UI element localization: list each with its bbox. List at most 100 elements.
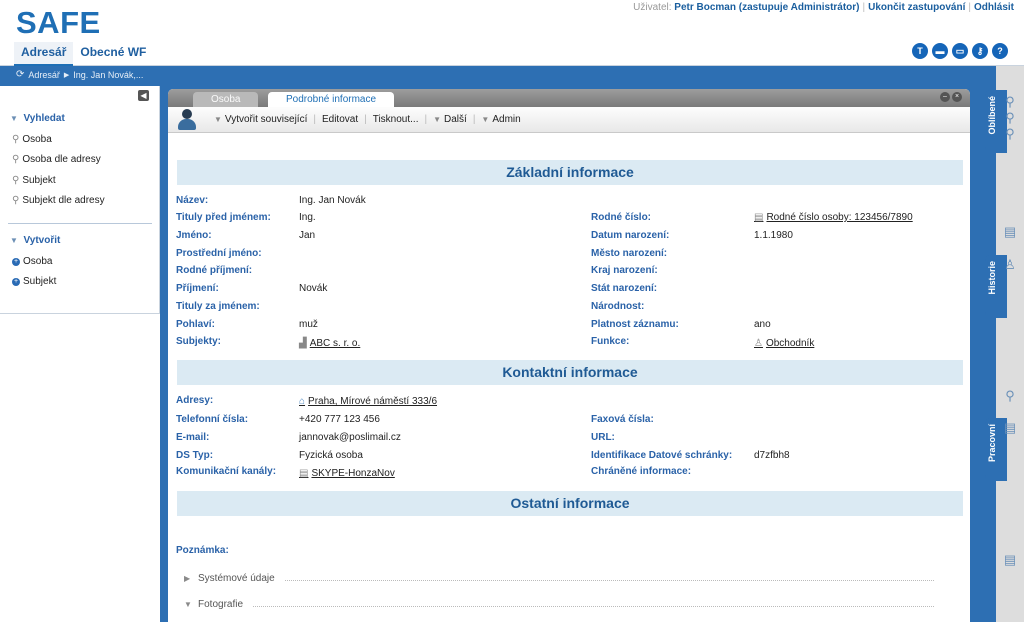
field-label-telefon: Telefonní čísla: [176,414,249,425]
plus-icon: + [12,277,20,286]
search-osoba-dle-adresy-link[interactable]: ⚲ Osoba dle adresy [12,154,101,165]
document-icon: ▤ [299,468,309,479]
top-icons: T ▬ ▭ ⚷ ? [912,43,1008,59]
panel-controls: – × [940,92,962,102]
field-label-url: URL: [591,432,615,443]
breadcrumb-item-current[interactable]: Ing. Jan Novák,... [73,70,143,80]
person-icon[interactable]: ♙ [1000,255,1020,275]
field-label-rodne-prijmeni: Rodné příjmení: [176,265,253,276]
search-osoba-link[interactable]: ⚲ Osoba [12,134,52,145]
field-label-adresy: Adresy: [176,395,214,406]
field-label-nazev: Název: [176,195,209,206]
edit-button[interactable]: Editovat [316,114,364,125]
text-icon[interactable]: T [912,43,928,59]
section-other-title: Ostatní informace [177,491,963,516]
field-label-tituly-za: Tituly za jménem: [176,301,260,312]
divider [8,223,152,224]
field-label-poznamka: Poznámka: [176,545,229,556]
breadcrumb-arrow-icon: ▶ [63,71,70,79]
field-label-prijmeni: Příjmení: [176,283,219,294]
field-value-jmeno: Jan [299,230,316,241]
field-value-platnost: ano [754,319,771,330]
admin-button[interactable]: ▼ Admin [475,114,526,125]
dropdown-arrow-icon: ▼ [214,115,222,124]
collapse-icon: ▼ [184,599,192,609]
key-icon[interactable]: ⚷ [972,43,988,59]
detail-panel: Osoba Podrobné informace – × ▼ Vytvořit s… [168,89,970,622]
field-value-email: jannovak@poslimail.cz [299,432,401,443]
field-label-subjekty: Subjekty: [176,336,222,347]
user-name-link[interactable]: Petr Bocman (zastupuje Administrátor) [674,2,859,13]
expand-icon: ▶ [184,573,191,583]
search-detail-icon[interactable]: ⚲ [1000,386,1020,406]
person-icon: ♙ [754,338,763,349]
field-label-jmeno: Jméno: [176,230,212,241]
help-icon[interactable]: ? [992,43,1008,59]
tab-obecne-wf[interactable]: Obecné WF [73,42,153,67]
field-label-chranene: Chráněné informace: [591,466,692,477]
section-basic-title: Základní informace [177,160,963,185]
field-label-komunikacni-kanaly: Komunikační kanály: [176,466,277,477]
main-tabs: Adresář Obecné WF [14,42,153,67]
funkce-link[interactable]: ♙ Obchodník [754,338,814,349]
create-subjekt-link[interactable]: + Subjekt [12,276,56,287]
document-icon: ▤ [754,212,764,223]
window-icon[interactable]: ▬ [932,43,948,59]
tab-osoba[interactable]: Osoba [193,92,259,107]
print-button[interactable]: Tisknout... [367,114,425,125]
field-label-funkce: Funkce: [591,336,630,347]
field-label-pohlavi: Pohlaví: [176,319,215,330]
close-icon[interactable]: × [952,92,962,102]
field-label-rodne-cislo: Rodné číslo: [591,212,652,223]
section-contact-title: Kontaktní informace [177,360,963,385]
field-value-datum-narozeni: 1.1.1980 [754,230,793,241]
list-icon[interactable]: ▤ [1000,550,1020,570]
photos-toggle[interactable]: ▼ Fotografie [184,598,934,610]
field-value-prijmeni: Novák [299,283,328,294]
field-label-narodnost: Národnost: [591,301,645,312]
field-label-kraj-narozeni: Kraj narození: [591,265,658,276]
create-section-title[interactable]: ▼ Vytvořit [10,235,60,246]
document-icon[interactable]: ▤ [1000,418,1020,438]
panel-tab-bar: Osoba Podrobné informace – × [168,89,970,107]
field-value-tituly-pred: Ing. [299,212,316,223]
field-label-stat-narozeni: Stát narození: [591,283,658,294]
collapse-left-icon[interactable]: ◀ [138,90,149,101]
person-avatar-icon [178,109,196,130]
end-substitution-link[interactable]: Ukončit zastupování [868,2,965,13]
search-icon: ⚲ [12,175,20,186]
field-value-pohlavi: muž [299,319,318,330]
plus-icon: + [12,257,20,266]
home-icon: ⌂ [299,396,306,407]
logout-link[interactable]: Odhlásit [974,2,1014,13]
create-osoba-link[interactable]: + Osoba [12,256,52,267]
list-icon[interactable]: ▤ [1000,222,1020,242]
toolbar: ▼ Vytvořit související | Editovat | Tiskn… [168,107,970,133]
tab-podrobne-informace[interactable]: Podrobné informace [268,92,395,107]
more-button[interactable]: ▼ Další [427,114,473,125]
adresa-link[interactable]: ⌂ Praha, Mírové náměstí 333/6 [299,396,437,407]
breadcrumb-item-adresar[interactable]: Adresář [28,70,60,80]
rodne-cislo-link[interactable]: ▤ Rodné číslo osoby: 123456/7890 [754,212,913,223]
user-label: Uživatel: [633,2,672,13]
dropdown-arrow-icon: ▼ [481,115,490,124]
refresh-icon[interactable]: ⟳ [16,69,24,80]
field-label-prostredni-jmeno: Prostřední jméno: [176,248,262,259]
zoom-icon[interactable]: ⚲ [1000,124,1020,144]
system-data-toggle[interactable]: ▶ Systémové údaje [184,572,934,584]
tab-adresar[interactable]: Adresář [14,42,74,67]
minimize-icon[interactable]: – [940,92,950,102]
skype-link[interactable]: ▤ SKYPE-HonzaNov [299,468,395,479]
company-icon: ▟ [299,338,307,349]
search-subjekt-dle-adresy-link[interactable]: ⚲ Subjekt dle adresy [12,195,105,206]
screen-icon[interactable]: ▭ [952,43,968,59]
subjekty-link[interactable]: ▟ ABC s. r. o. [299,338,360,349]
search-section-title[interactable]: ▼ Vyhledat [10,113,65,124]
field-label-mesto-narozeni: Město narození: [591,248,668,259]
field-label-datum-narozeni: Datum narození: [591,230,670,241]
search-subjekt-link[interactable]: ⚲ Subjekt [12,175,56,186]
field-value-nazev: Ing. Jan Novák [299,195,366,206]
dropdown-arrow-icon: ▼ [433,115,442,124]
search-icon: ⚲ [12,134,20,145]
create-related-button[interactable]: ▼ Vytvořit související [208,114,313,125]
